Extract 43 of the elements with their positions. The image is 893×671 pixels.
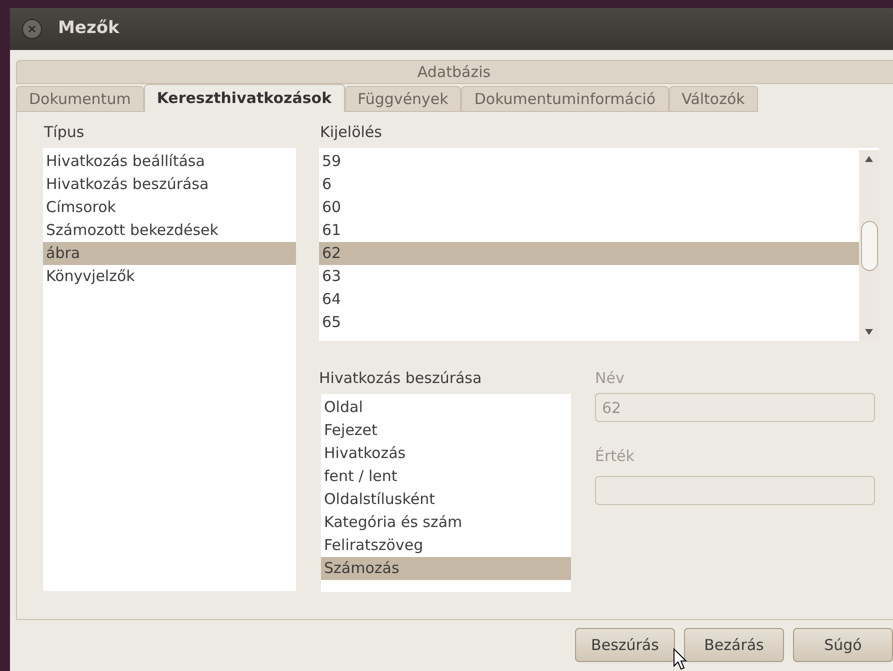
close-button[interactable]: [22, 19, 42, 39]
list-item[interactable]: fent / lent: [321, 465, 571, 488]
dialog-button[interactable]: Beszúrás: [575, 628, 675, 662]
cursor-icon: [673, 648, 687, 670]
list-item[interactable]: Hivatkozás beszúrása: [43, 173, 296, 196]
list-item[interactable]: 65: [319, 311, 859, 334]
list-item[interactable]: ábra: [43, 242, 296, 265]
list-item[interactable]: Fejezet: [321, 419, 571, 442]
tab[interactable]: Dokumentuminformáció: [461, 86, 669, 112]
list-item[interactable]: 59: [319, 150, 859, 173]
tab[interactable]: Változók: [668, 86, 758, 112]
list-label: Kijelölés: [319, 122, 383, 143]
tab[interactable]: Adatbázis: [16, 60, 893, 84]
scroll-down-icon[interactable]: [865, 329, 873, 335]
list-item[interactable]: Oldal: [321, 396, 571, 419]
list-item[interactable]: Könyvjelzők: [43, 265, 296, 288]
list-item[interactable]: Számozott bekezdések: [43, 219, 296, 242]
dialog-button[interactable]: Bezárás: [684, 628, 784, 662]
window-title: Mezők: [58, 17, 120, 40]
list-label: Típus: [43, 122, 86, 143]
field-label: Név: [595, 368, 626, 389]
list-label: Hivatkozás beszúrása: [319, 368, 483, 389]
list-item[interactable]: Hivatkozás: [321, 442, 571, 465]
close-icon: [28, 25, 36, 33]
list-item[interactable]: 64: [319, 288, 859, 311]
scroll-up-icon[interactable]: [865, 156, 873, 162]
tab[interactable]: Dokumentum: [16, 86, 144, 112]
list-item[interactable]: 6: [319, 173, 859, 196]
list-item[interactable]: Hivatkozás beállítása: [43, 150, 296, 173]
scrollbar-thumb[interactable]: [860, 220, 878, 270]
list-item[interactable]: 61: [319, 219, 859, 242]
list-item[interactable]: 62: [319, 242, 859, 265]
list-item[interactable]: Oldalstílusként: [321, 488, 571, 511]
tab[interactable]: Függvények: [344, 86, 462, 112]
field-label: Érték: [595, 446, 636, 467]
list-item[interactable]: Címsorok: [43, 196, 296, 219]
list-item[interactable]: 60: [319, 196, 859, 219]
list-item[interactable]: Feliratszöveg: [321, 534, 571, 557]
dialog-button[interactable]: Súgó: [793, 628, 893, 662]
list-item[interactable]: Kategória és szám: [321, 511, 571, 534]
list-item[interactable]: Számozás: [321, 557, 571, 580]
tab[interactable]: Kereszthivatkozások: [144, 84, 345, 112]
list-item[interactable]: 63: [319, 265, 859, 288]
